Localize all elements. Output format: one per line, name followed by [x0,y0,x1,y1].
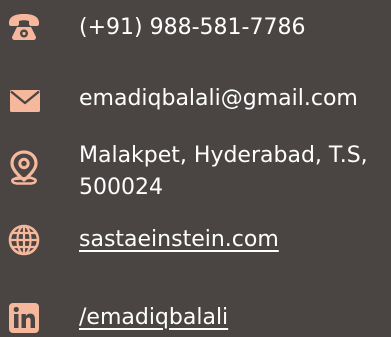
telephone-icon [6,10,42,46]
envelope-icon [6,82,42,118]
email-address[interactable]: emadiqbalali@gmail.com [79,84,358,114]
phone-number: (+91) 988-581-7786 [79,15,306,40]
address-line-2: 500024 [79,175,163,200]
address-line-1: Malakpet, Hyderabad, T.S, [79,143,368,168]
globe-icon [6,222,42,258]
website-link[interactable]: sastaeinstein.com [79,225,279,255]
linkedin-link[interactable]: /emadiqbalali [79,303,228,333]
linkedin-icon [6,301,42,337]
address: Malakpet, Hyderabad, T.S, 500024 [79,140,389,204]
location-pin-icon [6,150,42,186]
